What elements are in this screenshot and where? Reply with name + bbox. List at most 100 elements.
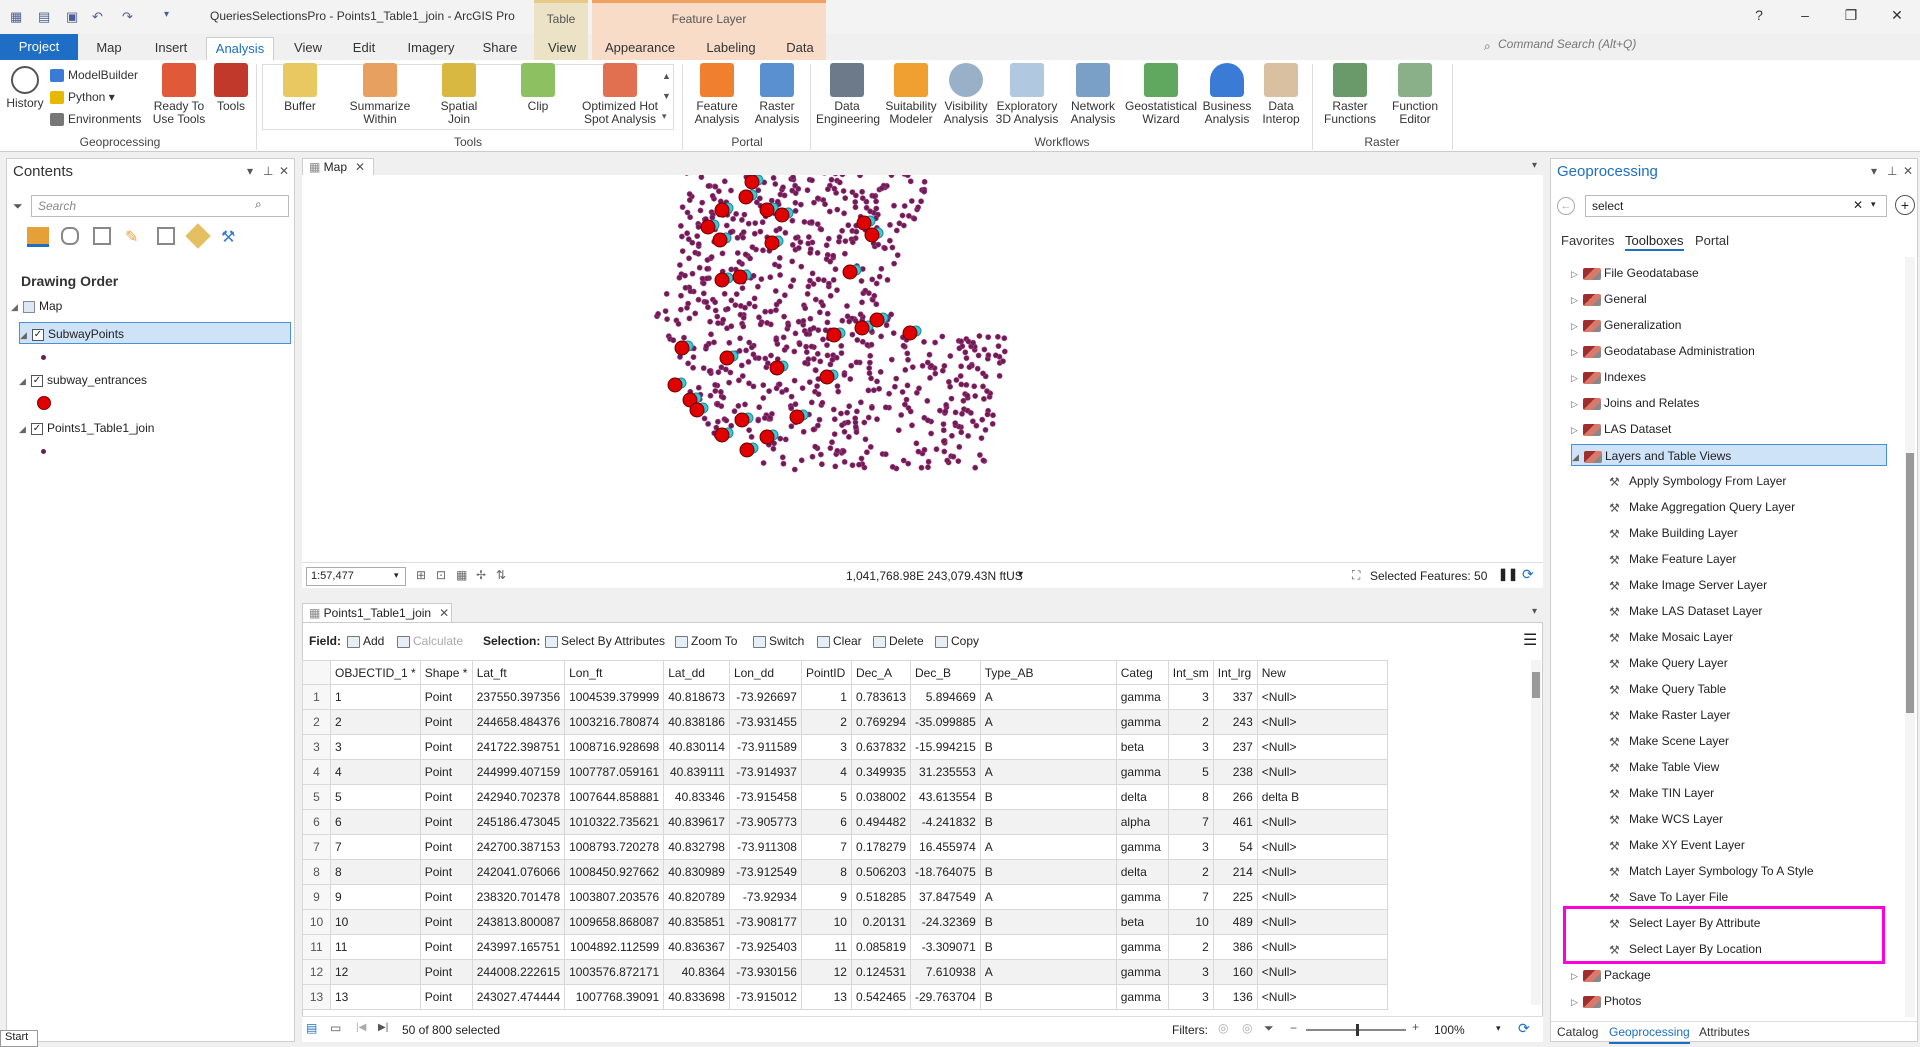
scrollbar-thumb[interactable] xyxy=(1532,672,1540,698)
row-number[interactable]: 9 xyxy=(302,884,331,910)
optimized-hot-spot-tool[interactable]: Optimized Hot Spot Analysis xyxy=(578,63,662,126)
table-row[interactable]: 9 9 Point 238320.701478 1003807.203576 40.820… xyxy=(302,884,1388,910)
table-cell[interactable]: 11 xyxy=(330,934,421,960)
business-analysis-button[interactable]: Business Analysis xyxy=(1196,63,1258,126)
tab-view[interactable]: View xyxy=(284,37,332,60)
table-cell[interactable]: 40.835851 xyxy=(663,909,730,935)
table-cell[interactable]: 40.83346 xyxy=(663,784,730,810)
table-cell[interactable]: <Null> xyxy=(1256,759,1388,785)
table-cell[interactable]: A xyxy=(979,759,1117,785)
copy-selection-button[interactable]: Copy xyxy=(935,630,979,652)
collapse-icon[interactable]: ◢ xyxy=(20,324,32,346)
table-cell[interactable]: A xyxy=(979,884,1117,910)
table-cell[interactable]: 3 xyxy=(1167,959,1214,985)
table-cell[interactable]: -35.099885 xyxy=(910,709,981,735)
table-cell[interactable]: <Null> xyxy=(1256,834,1388,860)
table-cell[interactable]: -29.763704 xyxy=(910,984,981,1010)
tool-item[interactable]: ⚒ Match Layer Symbology To A Style xyxy=(1609,860,1814,882)
tool-item[interactable]: ⚒ Make TIN Layer xyxy=(1609,782,1714,804)
toolbox-item[interactable]: ▷ General xyxy=(1571,288,1647,310)
show-selected-records-icon[interactable]: ▭ xyxy=(330,1021,341,1035)
table-cell[interactable]: gamma xyxy=(1115,934,1169,960)
environments-button[interactable]: Environments xyxy=(50,112,141,127)
table-cell[interactable]: 7.610938 xyxy=(910,959,981,985)
close-icon[interactable]: ✕ xyxy=(355,160,365,174)
table-cell[interactable]: 5.894669 xyxy=(910,684,981,710)
table-cell[interactable]: 337 xyxy=(1212,684,1258,710)
table-cell[interactable]: -73.911308 xyxy=(728,834,802,860)
table-cell[interactable]: 4 xyxy=(330,759,421,785)
table-cell[interactable]: -73.92934 xyxy=(728,884,802,910)
table-cell[interactable]: gamma xyxy=(1115,834,1169,860)
table-cell[interactable]: 40.836367 xyxy=(663,934,730,960)
tool-item[interactable]: ⚒ Make Mosaic Layer xyxy=(1609,626,1733,648)
table-scrollbar[interactable] xyxy=(1531,660,1541,1005)
table-cell[interactable]: B xyxy=(979,859,1117,885)
table-row[interactable]: 10 10 Point 243813.800087 1009658.868087 40.8… xyxy=(302,909,1388,935)
table-cell[interactable]: -73.926697 xyxy=(728,684,802,710)
table-cell[interactable]: -73.912549 xyxy=(728,859,802,885)
exploratory-3d-analysis-button[interactable]: Exploratory 3D Analysis xyxy=(994,63,1060,126)
table-cell[interactable]: 1 xyxy=(330,684,421,710)
delete-selection-button[interactable]: Delete xyxy=(873,630,924,652)
table-cell[interactable]: 1007644.858881 xyxy=(564,784,665,810)
table-cell[interactable]: <Null> xyxy=(1256,909,1388,935)
tab-labeling[interactable]: Labeling xyxy=(698,37,764,60)
table-cell[interactable]: 37.847549 xyxy=(910,884,981,910)
table-cell[interactable]: 0.542465 xyxy=(850,984,912,1010)
table-cell[interactable]: Point xyxy=(419,884,473,910)
open-icon[interactable]: ▤ xyxy=(38,9,50,25)
row-number[interactable]: 12 xyxy=(302,959,331,985)
table-cell[interactable]: B xyxy=(979,934,1117,960)
table-cell[interactable]: 1004539.379999 xyxy=(564,684,665,710)
table-row[interactable]: 7 7 Point 242700.387153 1008793.720278 40.832… xyxy=(302,834,1388,860)
tool-item[interactable]: ⚒ Make Building Layer xyxy=(1609,522,1738,544)
chevron-down-icon[interactable]: ▾ xyxy=(1018,569,1023,580)
scrollbar-thumb[interactable] xyxy=(1906,453,1914,713)
table-cell[interactable]: 1004892.112599 xyxy=(564,934,665,960)
table-cell[interactable]: 0.178279 xyxy=(850,834,912,860)
new-project-icon[interactable]: ▦ xyxy=(10,9,22,25)
calculate-field-button[interactable]: Calculate xyxy=(397,630,463,652)
table-cell[interactable]: 0.494482 xyxy=(850,809,912,835)
table-cell[interactable]: -73.930156 xyxy=(728,959,802,985)
table-cell[interactable]: delta xyxy=(1115,859,1169,885)
list-by-editing-icon[interactable]: ✎ xyxy=(125,227,143,246)
column-header[interactable]: Shape * xyxy=(419,660,473,685)
row-number[interactable]: 2 xyxy=(302,709,331,735)
table-cell[interactable]: 0.783613 xyxy=(850,684,912,710)
table-cell[interactable]: 4 xyxy=(800,759,852,785)
table-cell[interactable]: <Null> xyxy=(1256,884,1388,910)
tab-catalog[interactable]: Catalog xyxy=(1557,1022,1598,1042)
filter-extent-icon[interactable]: ◎ xyxy=(1218,1021,1228,1035)
table-cell[interactable]: -73.914937 xyxy=(728,759,802,785)
toolbox-item[interactable]: ▷ Generalization xyxy=(1571,314,1681,336)
table-cell[interactable]: <Null> xyxy=(1256,809,1388,835)
close-icon[interactable]: ✕ xyxy=(1903,164,1913,178)
tab-project[interactable]: Project xyxy=(0,34,78,60)
table-cell[interactable]: 243 xyxy=(1212,709,1258,735)
suitability-modeler-button[interactable]: Suitability Modeler xyxy=(880,63,942,126)
table-cell[interactable]: Point xyxy=(419,934,473,960)
collapse-icon[interactable]: ◢ xyxy=(19,370,31,392)
column-header[interactable]: Lon_ft xyxy=(564,660,665,685)
table-cell[interactable]: -73.931455 xyxy=(728,709,802,735)
back-icon[interactable]: ← xyxy=(1557,197,1575,215)
spatial-join-tool[interactable]: Spatial Join xyxy=(426,63,492,126)
table-cell[interactable]: 266 xyxy=(1212,784,1258,810)
toolbox-item[interactable]: ▷ Package xyxy=(1571,964,1651,986)
table-cell[interactable]: 0.518285 xyxy=(850,884,912,910)
column-header[interactable]: Lat_ft xyxy=(471,660,566,685)
table-cell[interactable]: 13 xyxy=(800,984,852,1010)
table-cell[interactable]: -73.911589 xyxy=(728,734,802,760)
table-cell[interactable]: 40.818673 xyxy=(663,684,730,710)
table-cell[interactable]: 0.038002 xyxy=(850,784,912,810)
table-cell[interactable]: 2 xyxy=(330,709,421,735)
table-cell[interactable]: Point xyxy=(419,709,473,735)
table-cell[interactable]: 0.085819 xyxy=(850,934,912,960)
zoom-slider[interactable] xyxy=(1306,1024,1406,1036)
command-search-input[interactable]: Command Search (Alt+Q) xyxy=(1478,37,1708,57)
toolbox-item[interactable]: ◢ Layers and Table Views xyxy=(1571,444,1887,466)
table-cell[interactable]: 3 xyxy=(800,734,852,760)
table-cell[interactable]: 237 xyxy=(1212,734,1258,760)
